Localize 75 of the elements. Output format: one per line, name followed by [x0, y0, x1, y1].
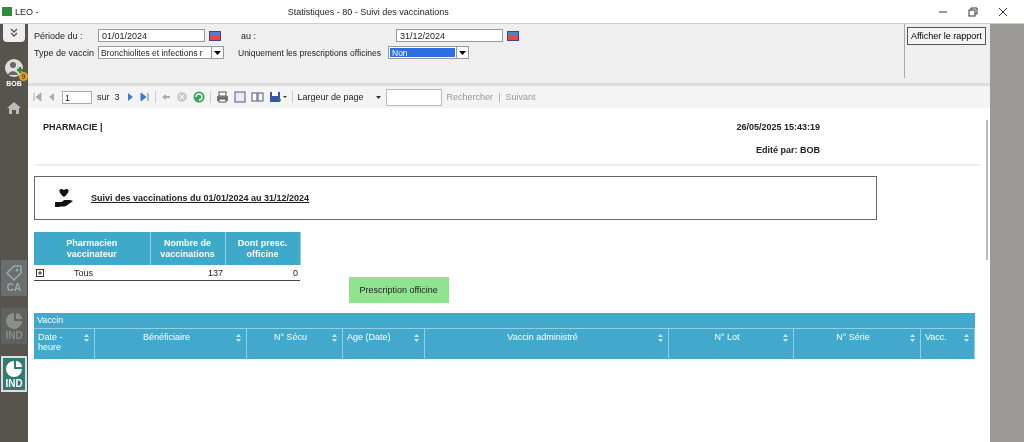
restore-icon[interactable]: [968, 6, 978, 17]
window-title: Statistiques - 80 - Suivi des vaccinations: [286, 6, 450, 17]
last-page-icon[interactable]: [139, 92, 150, 102]
column-header: Pharmacien vaccinateur: [34, 232, 150, 265]
print-date: 26/05/2025 15:43:19: [736, 122, 820, 132]
pie-chart-icon: [4, 311, 24, 330]
refresh-icon[interactable]: [192, 91, 205, 103]
column-header[interactable]: Age (Date): [343, 329, 425, 359]
page-layout-icon[interactable]: [233, 91, 246, 103]
field-label: Uniquement les prescriptions officines: [238, 47, 382, 58]
table-cell: 0: [293, 267, 298, 278]
sort-icon[interactable]: [783, 334, 788, 342]
sort-icon[interactable]: [236, 334, 241, 342]
column-header[interactable]: Vacc.: [921, 329, 975, 359]
show-report-button[interactable]: Afficher le rapport: [907, 27, 986, 45]
first-page-icon[interactable]: [32, 92, 42, 102]
report-title: Suivi des vaccinations du 01/01/2024 au 31/12/2024: [91, 193, 310, 203]
table-cell: Tous: [74, 267, 93, 278]
column-header[interactable]: N° Lot: [669, 329, 794, 359]
column-header[interactable]: N° Série: [794, 329, 921, 359]
chevron-icon[interactable]: [9, 28, 19, 38]
search-field[interactable]: [385, 88, 442, 106]
expand-icon[interactable]: [36, 268, 44, 277]
scrollbar[interactable]: [986, 120, 988, 260]
edited-by: Edité par: BOB: [756, 145, 820, 155]
export-icon[interactable]: [268, 91, 287, 103]
calendar-icon[interactable]: [507, 30, 519, 41]
app-name: LEO -: [15, 6, 39, 17]
table-cell: 137: [207, 267, 223, 278]
heart-hand-icon: [53, 187, 75, 209]
sort-icon[interactable]: [84, 334, 89, 342]
legend-label: Prescription officine: [348, 277, 449, 303]
sort-icon[interactable]: [414, 334, 419, 342]
sort-icon[interactable]: [658, 334, 663, 342]
field-label: Période du :: [34, 30, 84, 41]
column-header[interactable]: Bénéficiaire: [95, 329, 247, 359]
caret-icon[interactable]: [214, 50, 221, 55]
previous-page-icon[interactable]: [47, 92, 57, 102]
module-button[interactable]: IND: [1, 356, 27, 392]
sort-icon[interactable]: [910, 334, 915, 342]
search-link[interactable]: Rechercher: [446, 92, 494, 102]
page-of-label: sur: [97, 92, 110, 102]
caret-icon[interactable]: [375, 95, 381, 99]
sort-icon[interactable]: [332, 334, 337, 342]
pharmacy-name: PHARMACIE |: [43, 122, 103, 134]
expand-button[interactable]: [3, 24, 25, 42]
field-label: Type de vaccin: [34, 47, 96, 58]
caret-icon[interactable]: [459, 50, 466, 55]
home-icon[interactable]: [6, 101, 22, 117]
tag-icon: [4, 263, 24, 282]
calendar-icon[interactable]: [209, 30, 221, 41]
prescriptions-dropdown[interactable]: Non: [388, 46, 469, 59]
module-button[interactable]: CA: [1, 260, 27, 296]
link-separator: |: [498, 92, 501, 102]
table-caption: Vaccin: [34, 313, 975, 329]
page-setup-icon[interactable]: [250, 91, 264, 103]
pie-chart-icon: [4, 359, 24, 378]
date-field[interactable]: 31/12/2024: [396, 29, 503, 42]
column-header[interactable]: Date - heure: [34, 329, 95, 359]
sort-icon[interactable]: [964, 334, 969, 342]
zoom-dropdown[interactable]: Largeur de page: [297, 92, 381, 102]
page-number-field[interactable]: 1: [62, 90, 92, 104]
column-header[interactable]: N° Sécu: [247, 329, 343, 359]
column-header[interactable]: Vaccin administré: [425, 329, 669, 359]
column-header: Nombre de vaccinations: [150, 232, 225, 265]
next-link[interactable]: Suivant: [505, 92, 536, 102]
field-label: au :: [241, 30, 257, 41]
back-icon[interactable]: [160, 92, 171, 102]
column-header: Dont presc. officine: [225, 232, 300, 265]
date-field[interactable]: 01/01/2024: [98, 29, 205, 42]
close-icon[interactable]: [998, 6, 1008, 17]
vaccine-type-dropdown[interactable]: Bronchiolites et infections r: [98, 46, 224, 59]
print-icon[interactable]: [215, 91, 229, 103]
app-logo-icon: [2, 7, 12, 16]
page-count: 3: [114, 92, 120, 102]
